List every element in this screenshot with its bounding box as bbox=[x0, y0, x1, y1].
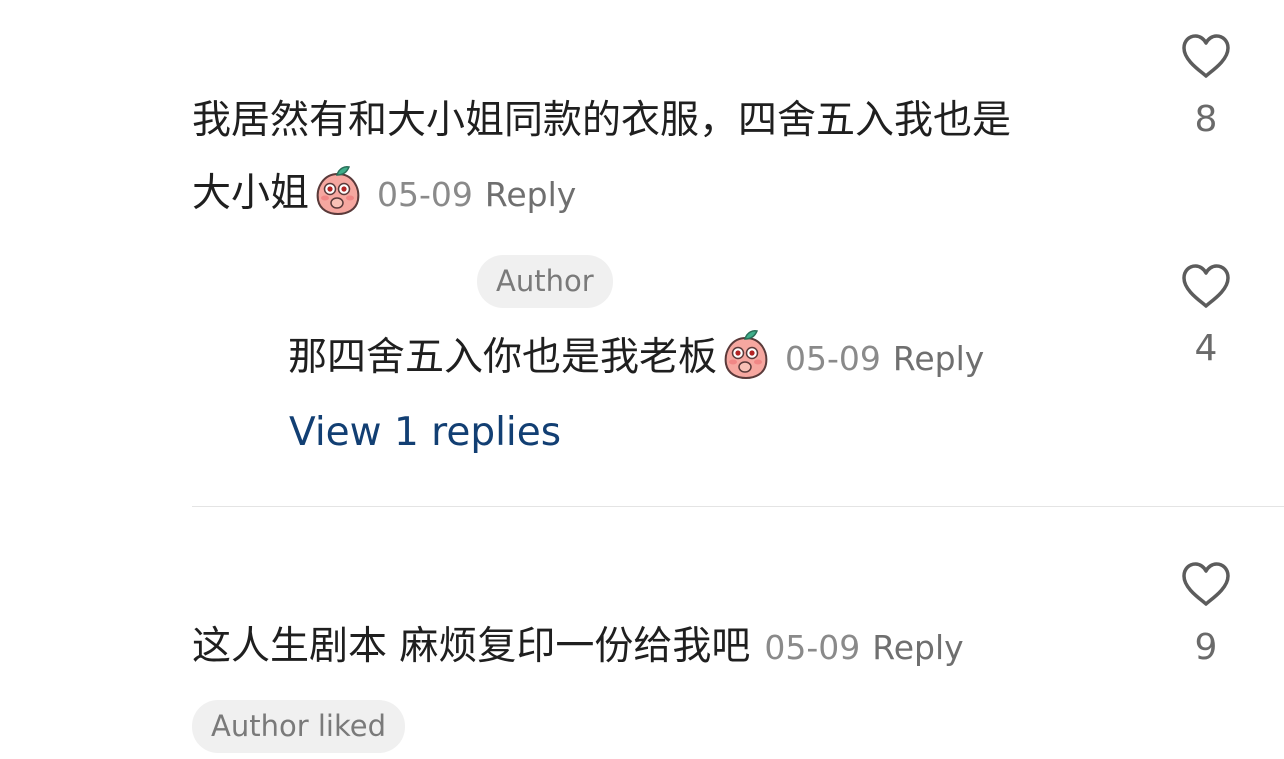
like-count: 9 bbox=[1194, 627, 1218, 668]
author-liked-badge: Author liked bbox=[192, 700, 405, 753]
heart-outline-icon[interactable] bbox=[1180, 560, 1232, 608]
heart-outline-icon[interactable] bbox=[1180, 32, 1232, 80]
reply-button[interactable]: Reply bbox=[485, 175, 576, 214]
author-badge: Author bbox=[477, 255, 613, 308]
comment-text: 那四舍五入你也是我老板 05-09 Reply bbox=[288, 326, 984, 381]
comment-item: 这人生剧本 麻烦复印一份给我吧 05-09 Reply Author liked 9 bbox=[0, 507, 1284, 759]
comment-thread: 我居然有和大小姐同款的衣服，四舍五入我也是 大小姐 05-09 Reply 8 A… bbox=[0, 0, 1284, 759]
comment-text-line: 大小姐 bbox=[192, 171, 310, 216]
comment-text-line: 那四舍五入你也是我老板 bbox=[288, 335, 718, 380]
heart-outline-icon[interactable] bbox=[1180, 262, 1232, 310]
view-replies-link[interactable]: View 1 replies bbox=[289, 410, 561, 456]
reply-item: Author 那四舍五入你也是我老板 05-09 Reply View 1 rep… bbox=[0, 240, 1284, 470]
comment-text-line: 我居然有和大小姐同款的衣服，四舍五入我也是 bbox=[192, 98, 1012, 143]
reply-button[interactable]: Reply bbox=[872, 628, 963, 667]
comment-text: 大小姐 05-09 Reply bbox=[192, 162, 576, 217]
comment-text-line: 这人生剧本 麻烦复印一份给我吧 bbox=[192, 624, 751, 669]
comment-text: 这人生剧本 麻烦复印一份给我吧 05-09 Reply bbox=[192, 624, 964, 670]
reply-button[interactable]: Reply bbox=[893, 339, 984, 378]
shy-peach-emoji bbox=[316, 166, 360, 216]
comment-date: 05-09 bbox=[785, 339, 881, 378]
like-count: 8 bbox=[1194, 99, 1218, 140]
like-count: 4 bbox=[1194, 328, 1218, 369]
comment-date: 05-09 bbox=[377, 175, 473, 214]
comment-date: 05-09 bbox=[764, 628, 861, 667]
comment-item: 我居然有和大小姐同款的衣服，四舍五入我也是 大小姐 05-09 Reply 8 bbox=[0, 0, 1284, 240]
comment-text: 我居然有和大小姐同款的衣服，四舍五入我也是 bbox=[192, 98, 1011, 144]
shy-peach-emoji bbox=[724, 330, 768, 380]
